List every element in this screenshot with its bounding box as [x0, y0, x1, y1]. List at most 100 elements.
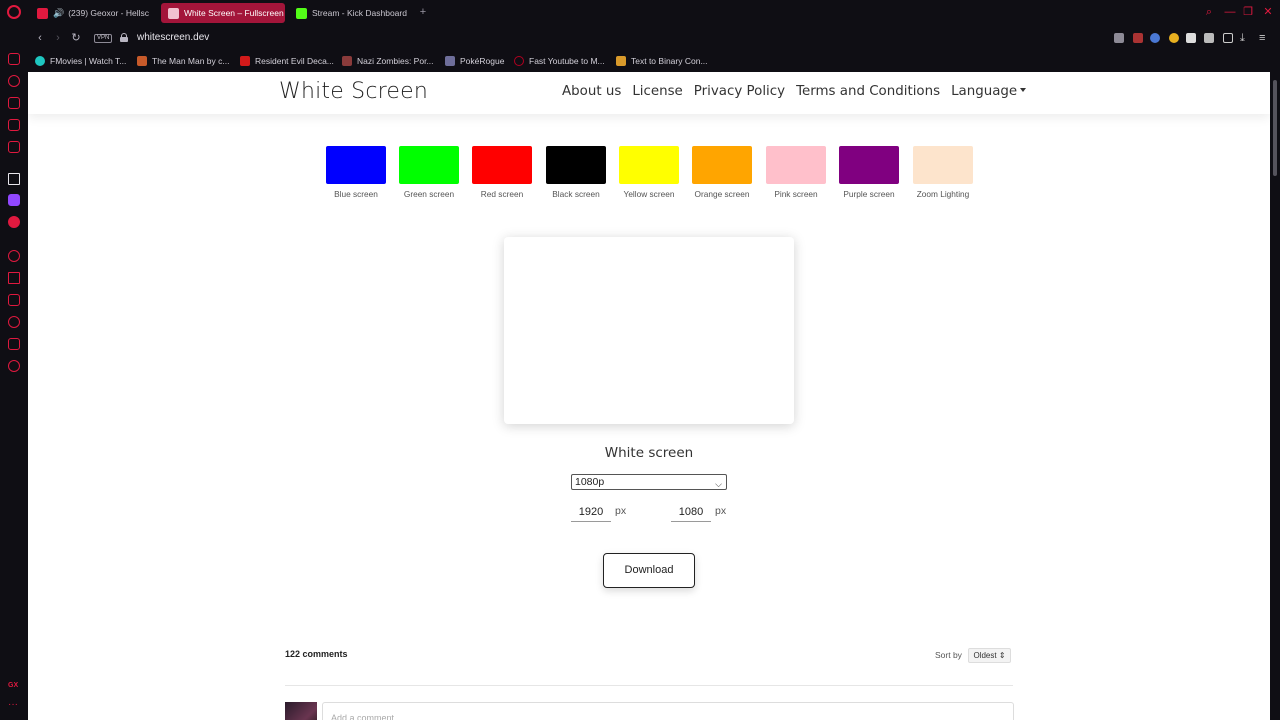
volume-icon[interactable] [1150, 33, 1160, 43]
color-preview[interactable] [504, 237, 794, 424]
swatch-blue[interactable]: Blue screen [326, 146, 387, 199]
extension-icon[interactable] [1169, 33, 1179, 43]
swatch-color[interactable] [472, 146, 532, 184]
extension-icon[interactable] [1186, 33, 1196, 43]
divider [285, 685, 1013, 686]
scrollbar-thumb[interactable] [1273, 80, 1277, 176]
nav-terms[interactable]: Terms and Conditions [796, 84, 940, 99]
lock-icon[interactable] [120, 33, 128, 42]
close-icon[interactable]: ✕ [1262, 6, 1274, 18]
swatch-color[interactable] [399, 146, 459, 184]
nav-license[interactable]: License [632, 84, 682, 99]
site-icon [514, 56, 524, 66]
swatch-label: Blue screen [334, 189, 378, 199]
download-button[interactable]: Download [603, 553, 695, 588]
swatch-label: Yellow screen [623, 189, 675, 199]
url-field[interactable]: whitescreen.dev [137, 32, 209, 43]
store-icon[interactable] [8, 97, 20, 109]
bookmark-label: The Man Man by c... [152, 56, 230, 66]
aria-icon[interactable] [8, 173, 20, 185]
resolution-value: 1080p [575, 476, 605, 488]
player-icon[interactable] [8, 272, 20, 284]
swatch-orange[interactable]: Orange screen [692, 146, 753, 199]
youtube-icon [37, 7, 48, 19]
snapshot-icon[interactable] [1223, 33, 1233, 43]
height-input[interactable]: 1080 [671, 504, 711, 522]
swatch-red[interactable]: Red screen [472, 146, 533, 199]
more-icon[interactable]: ··· [8, 700, 20, 714]
nav-language-label: Language [951, 84, 1018, 99]
bookmark-label: Text to Binary Con... [631, 56, 708, 66]
height-unit: px [715, 505, 727, 517]
vpn-badge[interactable]: VPN [94, 34, 113, 43]
bookmark-nazi-zombies[interactable]: Nazi Zombies: Por... [342, 54, 434, 68]
back-icon[interactable]: ‹ [34, 32, 46, 44]
minimize-icon[interactable]: — [1224, 6, 1236, 18]
width-input[interactable]: 1920 [571, 504, 611, 522]
download-icon[interactable]: ⤓ [1240, 33, 1250, 44]
avatar [285, 702, 317, 720]
swatch-color[interactable] [913, 146, 973, 184]
nav-language[interactable]: Language [951, 84, 1027, 99]
scrollbar[interactable] [1270, 72, 1280, 720]
bookmark-man-man[interactable]: The Man Man by c... [137, 54, 229, 68]
swatch-color[interactable] [619, 146, 679, 184]
tabs-icon[interactable] [8, 294, 20, 306]
speaker-icon[interactable]: 🔊 [53, 8, 64, 19]
m-icon[interactable] [8, 141, 20, 153]
puzzle-icon[interactable] [1204, 33, 1214, 43]
swatch-color[interactable] [839, 146, 899, 184]
discord-icon[interactable] [8, 216, 20, 228]
messenger-icon[interactable] [8, 53, 20, 65]
refresh-icon[interactable] [8, 75, 20, 87]
swatch-color[interactable] [546, 146, 606, 184]
bookmark-text-to-binary[interactable]: Text to Binary Con... [616, 54, 708, 68]
restore-icon[interactable]: ❐ [1242, 6, 1254, 18]
site-logo[interactable]: White Screen [279, 79, 428, 104]
swatch-purple[interactable]: Purple screen [839, 146, 900, 199]
extension-icon[interactable] [1133, 33, 1143, 43]
gx-icon[interactable]: GX [8, 682, 20, 694]
nav-privacy[interactable]: Privacy Policy [694, 84, 785, 99]
opera-logo-icon[interactable] [7, 5, 21, 19]
extension-v-icon[interactable] [1114, 33, 1124, 43]
resolution-select[interactable]: 1080p ⌵ [571, 474, 727, 490]
settings-icon[interactable] [8, 360, 20, 372]
tab-youtube[interactable]: 🔊 (239) Geoxor - Hellsc [30, 3, 154, 23]
tab-white-screen[interactable]: White Screen – Fullscreen [161, 3, 285, 23]
site-nav: About us License Privacy Policy Terms an… [562, 84, 1027, 99]
search-icon[interactable]: ⌕ [1203, 6, 1215, 18]
history-icon[interactable] [8, 316, 20, 328]
reload-icon[interactable]: ↻ [70, 32, 82, 44]
swatch-pink[interactable]: Pink screen [766, 146, 827, 199]
extensions-icon[interactable] [8, 338, 20, 350]
nav-about[interactable]: About us [562, 84, 621, 99]
bookmark-youtube-mp3[interactable]: Fast Youtube to M... [514, 54, 605, 68]
twitch-icon[interactable] [8, 194, 20, 206]
comment-input[interactable]: Add a comment... [322, 702, 1014, 720]
forward-icon[interactable]: › [52, 32, 64, 44]
swatch-color[interactable] [326, 146, 386, 184]
bookmark-fmovies[interactable]: FMovies | Watch T... [35, 54, 126, 68]
swatch-yellow[interactable]: Yellow screen [619, 146, 680, 199]
bookmark-pokerogue[interactable]: PokéRogue [445, 54, 504, 68]
preview-title: White screen [604, 445, 694, 461]
swatch-color[interactable] [692, 146, 752, 184]
add-icon[interactable] [8, 250, 20, 262]
sort-button[interactable]: Oldest ⇕ [968, 648, 1011, 663]
swatch-green[interactable]: Green screen [399, 146, 460, 199]
kick-icon [296, 7, 307, 19]
menu-icon[interactable]: ≡ [1259, 33, 1269, 44]
tab-kick[interactable]: Stream - Kick Dashboard [289, 3, 413, 23]
swatch-zoom-lighting[interactable]: Zoom Lighting [913, 146, 974, 199]
bookmark-label: Nazi Zombies: Por... [357, 56, 434, 66]
new-tab-icon[interactable]: + [418, 7, 428, 18]
news-icon[interactable] [8, 119, 20, 131]
swatch-black[interactable]: Black screen [546, 146, 607, 199]
page-icon [168, 7, 179, 19]
web-page: White Screen About us License Privacy Po… [28, 72, 1270, 720]
tab-label: Stream - Kick Dashboard [312, 8, 407, 18]
swatch-color[interactable] [766, 146, 826, 184]
dropdown-caret-icon [1020, 88, 1027, 92]
bookmark-resident-evil[interactable]: Resident Evil Deca... [240, 54, 334, 68]
